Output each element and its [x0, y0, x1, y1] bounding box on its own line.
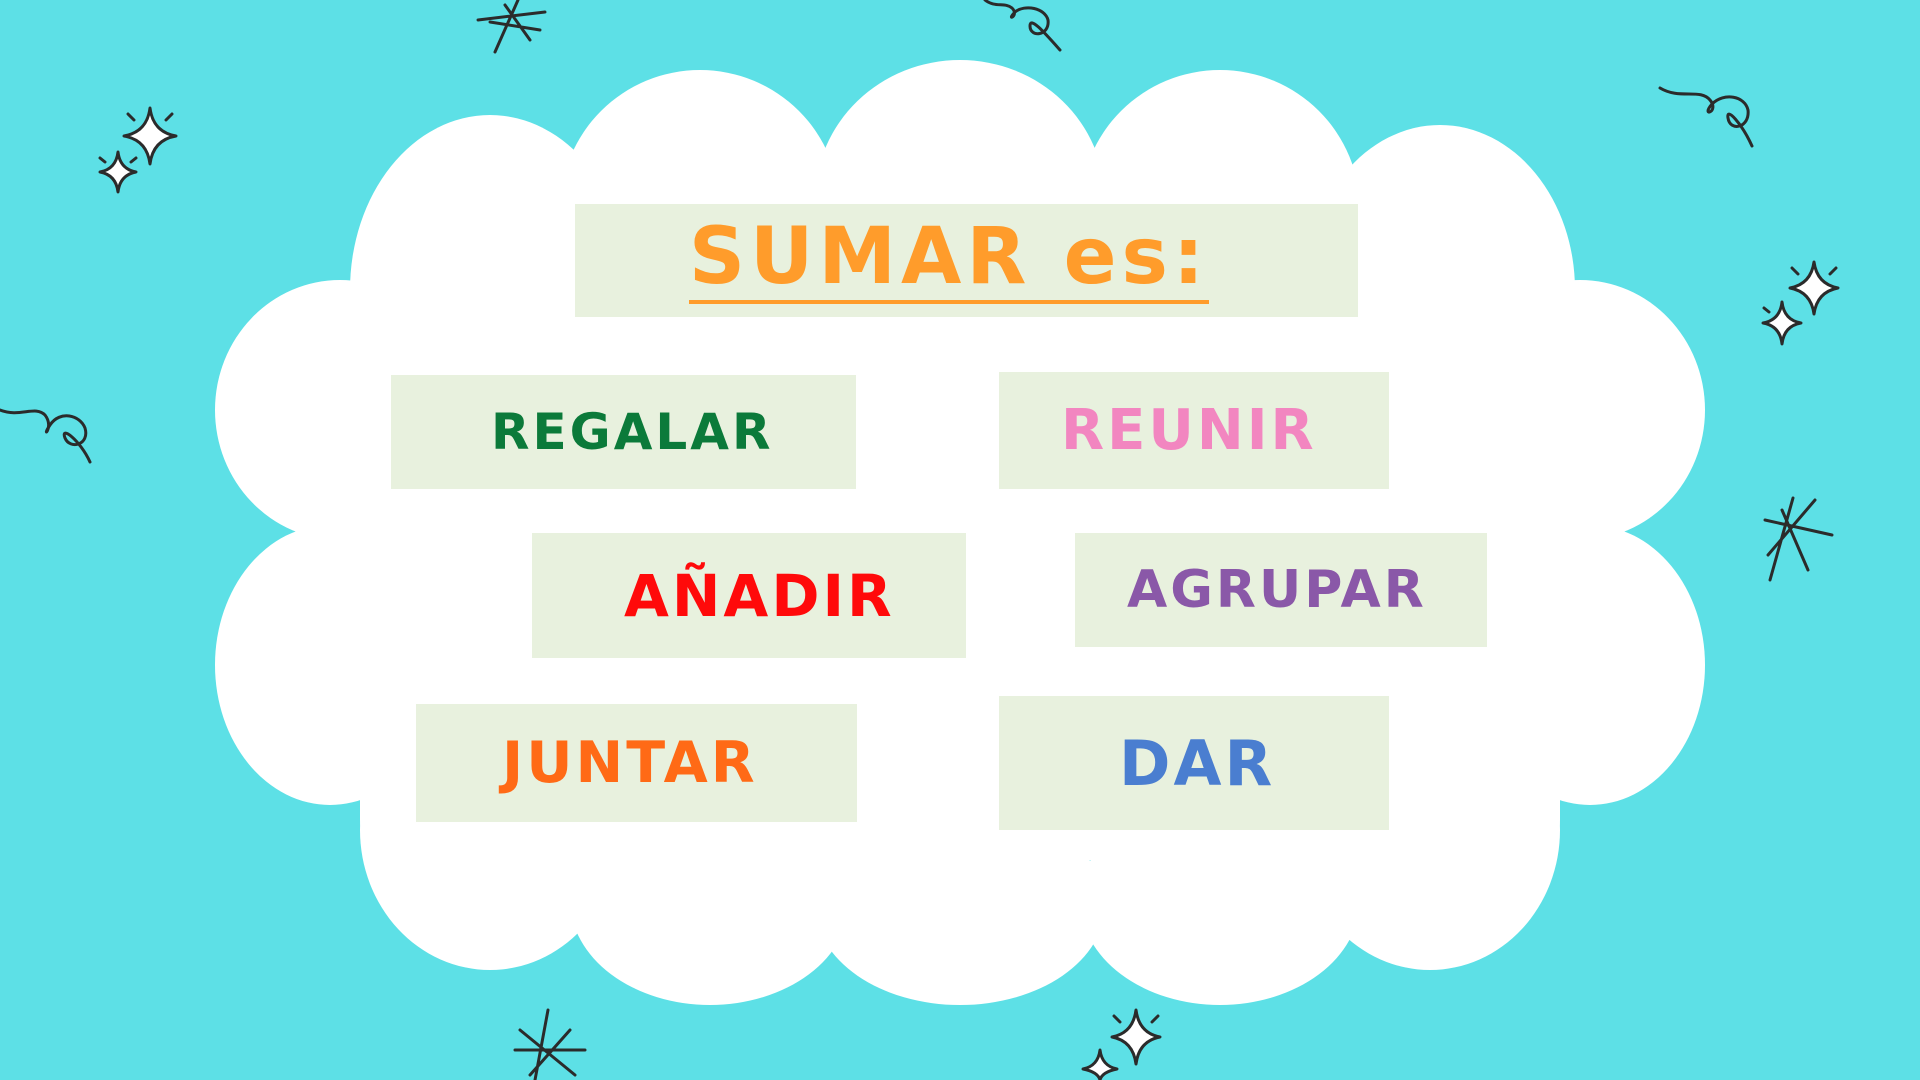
word-regalar: REGALAR: [491, 403, 774, 461]
word-reunir: REUNIR: [1061, 398, 1317, 463]
title-box: SUMAR es:: [575, 204, 1358, 317]
word-anadir: AÑADIR: [624, 561, 895, 630]
word-juntar: JUNTAR: [502, 730, 758, 796]
word-card-anadir: AÑADIR: [532, 533, 966, 658]
word-card-agrupar: AGRUPAR: [1075, 533, 1487, 647]
word-dar: DAR: [1119, 726, 1276, 800]
word-agrupar: AGRUPAR: [1127, 560, 1427, 620]
slide: SUMAR es: REGALAR REUNIR AÑADIR AGRUPAR …: [0, 0, 1920, 1080]
word-card-reunir: REUNIR: [999, 372, 1389, 489]
word-card-dar: DAR: [999, 696, 1389, 830]
word-card-regalar: REGALAR: [391, 375, 856, 489]
page-title: SUMAR es:: [688, 211, 1210, 304]
word-card-juntar: JUNTAR: [416, 704, 857, 822]
